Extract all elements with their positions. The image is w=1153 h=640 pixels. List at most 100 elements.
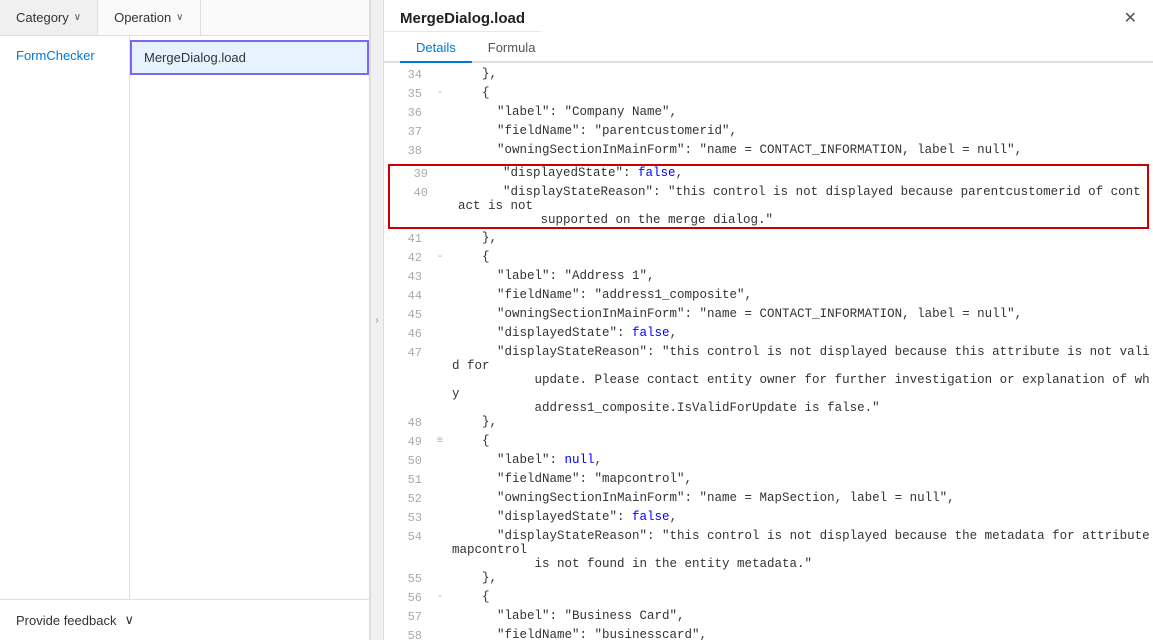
fold-icon[interactable]: - xyxy=(432,590,448,603)
line-content: }, xyxy=(448,67,1153,81)
line-content: "fieldName": "address1_composite", xyxy=(448,288,1153,302)
operation-column: MergeDialog.load xyxy=(130,36,369,599)
code-viewer[interactable]: 34 },35- {36 "label": "Company Name",37 … xyxy=(384,63,1153,640)
line-number: 38 xyxy=(384,143,432,158)
fold-icon xyxy=(438,185,454,187)
fold-icon xyxy=(432,269,448,271)
line-number: 48 xyxy=(384,415,432,430)
line-number: 54 xyxy=(384,529,432,544)
fold-icon xyxy=(432,288,448,290)
line-content: "label": "Address 1", xyxy=(448,269,1153,283)
code-line: 46 "displayedState": false, xyxy=(384,326,1153,345)
fold-icon xyxy=(432,124,448,126)
code-line: 51 "fieldName": "mapcontrol", xyxy=(384,472,1153,491)
operation-dropdown[interactable]: Operation ∨ xyxy=(98,0,200,35)
left-content: FormChecker MergeDialog.load xyxy=(0,36,369,599)
code-line: 52 "owningSectionInMainForm": "name = Ma… xyxy=(384,491,1153,510)
line-number: 47 xyxy=(384,345,432,360)
line-number: 44 xyxy=(384,288,432,303)
fold-icon xyxy=(432,571,448,573)
line-number: 53 xyxy=(384,510,432,525)
line-number: 37 xyxy=(384,124,432,139)
line-number: 42 xyxy=(384,250,432,265)
line-content: "owningSectionInMainForm": "name = CONTA… xyxy=(448,307,1153,321)
code-line: 48 }, xyxy=(384,415,1153,434)
code-line: 50 "label": null, xyxy=(384,453,1153,472)
line-content: }, xyxy=(448,231,1153,245)
operation-label: Operation xyxy=(114,10,171,25)
line-content: "label": null, xyxy=(448,453,1153,467)
line-number: 43 xyxy=(384,269,432,284)
line-content: "displayedState": false, xyxy=(448,510,1153,524)
operation-item-mergedialogload[interactable]: MergeDialog.load xyxy=(130,40,369,75)
tab-formula[interactable]: Formula xyxy=(472,32,552,63)
fold-icon xyxy=(432,67,448,69)
fold-icon xyxy=(432,472,448,474)
line-content: { xyxy=(448,590,1153,604)
code-line: 49≡ { xyxy=(384,434,1153,453)
code-line: 56- { xyxy=(384,590,1153,609)
tab-details[interactable]: Details xyxy=(400,32,472,63)
line-content: { xyxy=(448,434,1153,448)
code-line: 34 }, xyxy=(384,67,1153,86)
line-number: 49 xyxy=(384,434,432,449)
code-line: 53 "displayedState": false, xyxy=(384,510,1153,529)
line-number: 57 xyxy=(384,609,432,624)
fold-icon xyxy=(432,231,448,233)
code-line: 57 "label": "Business Card", xyxy=(384,609,1153,628)
title-row: MergeDialog.load ✕ xyxy=(384,0,1153,32)
line-content: "fieldName": "businesscard", xyxy=(448,628,1153,640)
fold-icon xyxy=(432,510,448,512)
fold-icon[interactable]: ≡ xyxy=(432,434,448,447)
fold-icon xyxy=(432,326,448,328)
fold-icon[interactable]: - xyxy=(432,86,448,99)
line-content: "owningSectionInMainForm": "name = CONTA… xyxy=(448,143,1153,157)
code-line: 43 "label": "Address 1", xyxy=(384,269,1153,288)
fold-icon xyxy=(432,628,448,630)
line-number: 41 xyxy=(384,231,432,246)
code-line: 40 "displayStateReason": "this control i… xyxy=(390,185,1147,227)
panel-expand[interactable]: › xyxy=(370,0,384,640)
fold-icon xyxy=(432,415,448,417)
code-line: 36 "label": "Company Name", xyxy=(384,105,1153,124)
code-line: 58 "fieldName": "businesscard", xyxy=(384,628,1153,640)
line-number: 45 xyxy=(384,307,432,322)
operation-chevron: ∨ xyxy=(176,12,183,23)
provide-feedback-button[interactable]: Provide feedback ∨ xyxy=(0,600,369,640)
line-content: "displayStateReason": "this control is n… xyxy=(448,529,1153,571)
left-panel: Category ∨ Operation ∨ FormChecker Merge… xyxy=(0,0,370,640)
close-button[interactable]: ✕ xyxy=(1116,4,1145,32)
line-content: "displayedState": false, xyxy=(454,166,1147,180)
category-dropdown[interactable]: Category ∨ xyxy=(0,0,98,35)
category-label: Category xyxy=(16,10,69,25)
fold-icon xyxy=(432,453,448,455)
code-line: 37 "fieldName": "parentcustomerid", xyxy=(384,124,1153,143)
line-number: 34 xyxy=(384,67,432,82)
fold-icon xyxy=(432,529,448,531)
line-content: "displayedState": false, xyxy=(448,326,1153,340)
line-content: "displayStateReason": "this control is n… xyxy=(448,345,1153,415)
line-number: 50 xyxy=(384,453,432,468)
category-chevron: ∨ xyxy=(74,12,81,23)
code-line: 47 "displayStateReason": "this control i… xyxy=(384,345,1153,415)
expand-arrow-icon: › xyxy=(375,315,378,326)
line-number: 55 xyxy=(384,571,432,586)
tabs-bar: Details Formula xyxy=(384,32,1153,63)
code-line: 44 "fieldName": "address1_composite", xyxy=(384,288,1153,307)
line-number: 46 xyxy=(384,326,432,341)
line-content: }, xyxy=(448,571,1153,585)
left-header: Category ∨ Operation ∨ xyxy=(0,0,369,36)
category-item-formchecker[interactable]: FormChecker xyxy=(0,40,129,71)
fold-icon[interactable]: - xyxy=(432,250,448,263)
highlighted-group: 39 "displayedState": false,40 "displaySt… xyxy=(388,164,1149,229)
line-number: 39 xyxy=(390,166,438,181)
category-column: FormChecker xyxy=(0,36,130,599)
fold-icon xyxy=(432,307,448,309)
fold-icon xyxy=(438,166,454,168)
line-number: 52 xyxy=(384,491,432,506)
code-line: 39 "displayedState": false, xyxy=(390,166,1147,185)
line-content: "fieldName": "parentcustomerid", xyxy=(448,124,1153,138)
line-content: "label": "Company Name", xyxy=(448,105,1153,119)
line-number: 36 xyxy=(384,105,432,120)
feedback-chevron: ∨ xyxy=(124,612,134,628)
